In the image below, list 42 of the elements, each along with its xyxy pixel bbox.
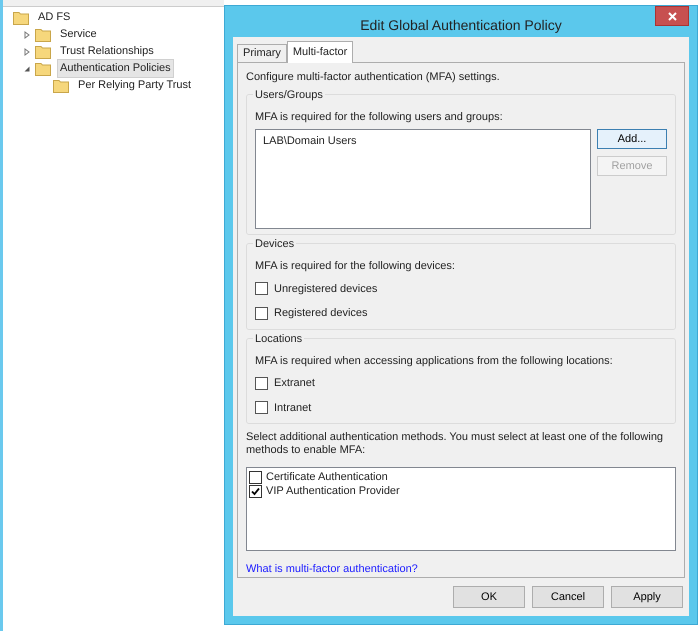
dialog-button[interactable]: Cancel [532,586,604,608]
expanded-arrow-icon[interactable] [23,64,31,72]
dialog-button[interactable]: Add... [597,129,667,149]
help-link[interactable]: What is multi-factor authentication? [246,560,418,577]
collapsed-arrow-icon[interactable] [23,48,31,56]
users-list[interactable]: LAB\Domain Users [255,129,591,229]
folder-icon [35,44,51,58]
tree-item[interactable]: Authentication Policies [57,59,174,78]
folder-icon [35,62,51,76]
close-icon [668,12,676,20]
checkbox[interactable] [249,470,262,484]
checkbox[interactable] [249,484,262,498]
checkbox-label[interactable]: Extranet [274,375,315,392]
checkbox-label[interactable]: Registered devices [274,305,368,322]
method-label[interactable]: VIP Authentication Provider [266,482,400,500]
tree-item[interactable]: Trust Relationships [57,42,157,61]
collapsed-arrow-icon[interactable] [23,30,31,38]
users-description: MFA is required for the following users and groups: [255,110,503,122]
intro-text: Configure multi-factor authentication (MFA) settings. [246,70,501,85]
group-description: MFA is required when accessing applications from the following locations: [255,354,613,366]
checkbox[interactable] [255,282,268,296]
tree-item[interactable]: AD FS [35,8,74,27]
group-description: MFA is required for the following devices: [255,260,455,272]
checkbox-label[interactable]: Intranet [274,400,312,416]
list-item[interactable]: LAB\Domain Users [263,133,583,150]
folder-icon [13,10,29,24]
methods-text: Select additional authentication methods. You must select at least one of the following methods to enable MFA: [246,431,664,457]
tab[interactable]: Multi-factor [286,41,354,63]
tree-item[interactable]: Service [57,25,100,44]
tab[interactable]: Primary [237,44,287,62]
folder-icon [35,28,51,42]
checkbox[interactable] [255,376,268,390]
tree-item[interactable]: Per Relying Party Trust [75,76,194,95]
window-title: Edit Global Authentication Policy [359,16,563,35]
dialog-button[interactable]: OK [453,586,525,608]
method-label[interactable]: Certificate Authentication [266,468,388,486]
checkbox[interactable] [255,306,268,320]
checkbox-label[interactable]: Unregistered devices [274,280,378,297]
close-button[interactable] [655,6,689,26]
folder-icon [53,78,69,92]
dialog-button[interactable]: Apply [611,586,683,608]
checkbox[interactable] [255,401,268,414]
